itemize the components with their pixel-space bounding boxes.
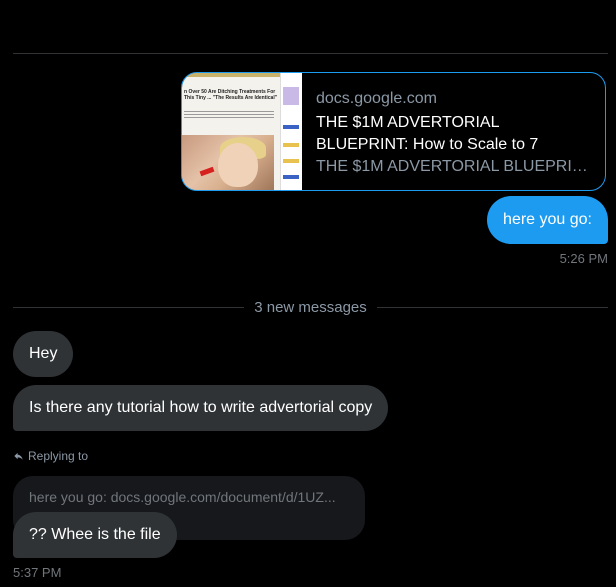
- replying-to-indicator: Replying to: [13, 449, 88, 463]
- top-divider: [13, 53, 608, 54]
- thumbnail-sidebar-item: [283, 125, 299, 129]
- sent-message-bubble[interactable]: here you go:: [487, 196, 608, 244]
- thumbnail-header-bar: [182, 73, 282, 77]
- thumbnail-sidebar-item: [283, 143, 299, 147]
- thumbnail-headline: n Over 50 Are Ditching Treatments For Th…: [184, 89, 278, 101]
- reply-message-bubble[interactable]: ?? Whee is the file: [13, 512, 177, 558]
- thumbnail-photo-face: [218, 143, 258, 187]
- thumbnail-body-lines: [184, 111, 274, 119]
- received-message-bubble[interactable]: Is there any tutorial how to write adver…: [13, 385, 389, 431]
- link-preview-domain: docs.google.com: [316, 90, 437, 107]
- thumbnail-sidebar-item: [283, 159, 299, 163]
- reply-arrow-icon: [14, 452, 23, 460]
- new-messages-divider: 3 new messages: [13, 297, 608, 317]
- divider-line-left: [13, 306, 245, 308]
- replying-to-label: Replying to: [28, 449, 89, 463]
- link-preview-description: THE $1M ADVERTORIAL BLUEPRIN...: [316, 158, 591, 175]
- link-preview-title: THE $1M ADVERTORIAL BLUEPRINT: How to Sc…: [316, 114, 539, 153]
- thumbnail-sidebar-item: [283, 175, 299, 179]
- thumbnail-sidebar-item: [283, 87, 299, 105]
- divider-line-right: [376, 306, 608, 308]
- sent-message-timestamp: 5:26 PM: [559, 251, 608, 266]
- received-message-timestamp: 5:37 PM: [13, 565, 62, 580]
- new-messages-label: 3 new messages: [254, 298, 367, 316]
- link-preview-card[interactable]: n Over 50 Are Ditching Treatments For Th…: [181, 72, 606, 191]
- received-message-bubble[interactable]: Hey: [13, 331, 74, 377]
- link-preview-thumbnail: n Over 50 Are Ditching Treatments For Th…: [182, 73, 302, 190]
- link-preview-text: docs.google.com THE $1M ADVERTORIAL BLUE…: [302, 73, 605, 190]
